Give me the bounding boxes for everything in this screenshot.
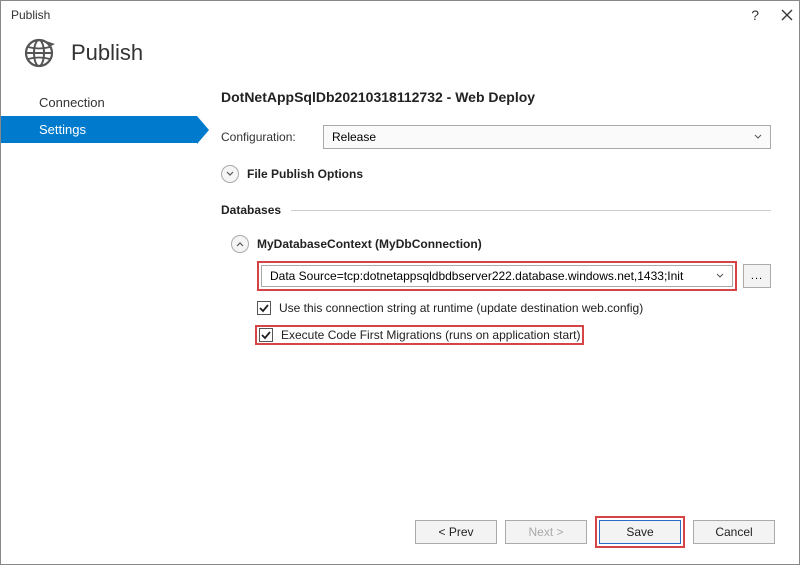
profile-title: DotNetAppSqlDb20210318112732 - Web Deplo…	[221, 89, 771, 105]
button-label: Cancel	[715, 525, 752, 539]
configuration-dropdown[interactable]: Release	[323, 125, 771, 149]
checkbox-label: Execute Code First Migrations (runs on a…	[281, 328, 580, 342]
next-button: Next >	[505, 520, 587, 544]
save-button[interactable]: Save	[599, 520, 681, 544]
close-icon[interactable]	[781, 9, 793, 21]
browse-label: ...	[751, 270, 763, 282]
databases-label: Databases	[221, 203, 281, 217]
connection-string-value: Data Source=tcp:dotnetappsqldbdbserver22…	[270, 269, 683, 283]
checkbox-code-first[interactable]	[259, 328, 273, 342]
config-row: Configuration: Release	[221, 125, 771, 149]
button-label: < Prev	[438, 525, 473, 539]
highlight-code-first: Execute Code First Migrations (runs on a…	[255, 325, 584, 345]
sidebar: Connection Settings	[1, 89, 197, 508]
db-context-title: MyDatabaseContext (MyDbConnection)	[257, 237, 482, 251]
db-context-header: MyDatabaseContext (MyDbConnection)	[231, 235, 771, 253]
chevron-down-icon	[716, 271, 724, 282]
titlebar-controls: ?	[751, 7, 793, 23]
file-publish-options-header: File Publish Options	[221, 165, 771, 183]
sidebar-item-label: Settings	[39, 122, 86, 137]
header: Publish	[1, 29, 799, 89]
page-title: Publish	[71, 40, 143, 66]
globe-icon	[23, 37, 55, 69]
window-title: Publish	[11, 8, 50, 22]
browse-button[interactable]: ...	[743, 264, 771, 288]
prev-button[interactable]: < Prev	[415, 520, 497, 544]
sidebar-item-connection[interactable]: Connection	[1, 89, 197, 116]
connection-string-dropdown[interactable]: Data Source=tcp:dotnetappsqldbdbserver22…	[261, 265, 733, 287]
footer: < Prev Next > Save Cancel	[1, 508, 799, 556]
divider	[291, 210, 771, 211]
checkbox-label: Use this connection string at runtime (u…	[279, 301, 643, 315]
sidebar-item-settings[interactable]: Settings	[1, 116, 197, 143]
chevron-down-icon	[754, 132, 762, 143]
checkbox-row-use-connstr: Use this connection string at runtime (u…	[257, 301, 771, 315]
cancel-button[interactable]: Cancel	[693, 520, 775, 544]
button-label: Next >	[528, 525, 563, 539]
expand-button[interactable]	[221, 165, 239, 183]
help-icon[interactable]: ?	[751, 7, 759, 23]
highlight-save: Save	[595, 516, 685, 548]
checkbox-use-connstr[interactable]	[257, 301, 271, 315]
connection-string-row: Data Source=tcp:dotnetappsqldbdbserver22…	[257, 261, 771, 291]
main: DotNetAppSqlDb20210318112732 - Web Deplo…	[197, 89, 799, 508]
collapse-button[interactable]	[231, 235, 249, 253]
file-publish-options-label: File Publish Options	[247, 167, 363, 181]
titlebar: Publish ?	[1, 1, 799, 29]
db-context: MyDatabaseContext (MyDbConnection) Data …	[231, 235, 771, 345]
highlight-connection-string: Data Source=tcp:dotnetappsqldbdbserver22…	[257, 261, 737, 291]
config-value: Release	[332, 130, 376, 144]
sidebar-item-label: Connection	[39, 95, 105, 110]
body: Connection Settings DotNetAppSqlDb202103…	[1, 89, 799, 508]
checkbox-row-code-first: Execute Code First Migrations (runs on a…	[257, 325, 771, 345]
button-label: Save	[626, 525, 653, 539]
databases-section-header: Databases	[221, 203, 771, 217]
config-label: Configuration:	[221, 130, 313, 144]
